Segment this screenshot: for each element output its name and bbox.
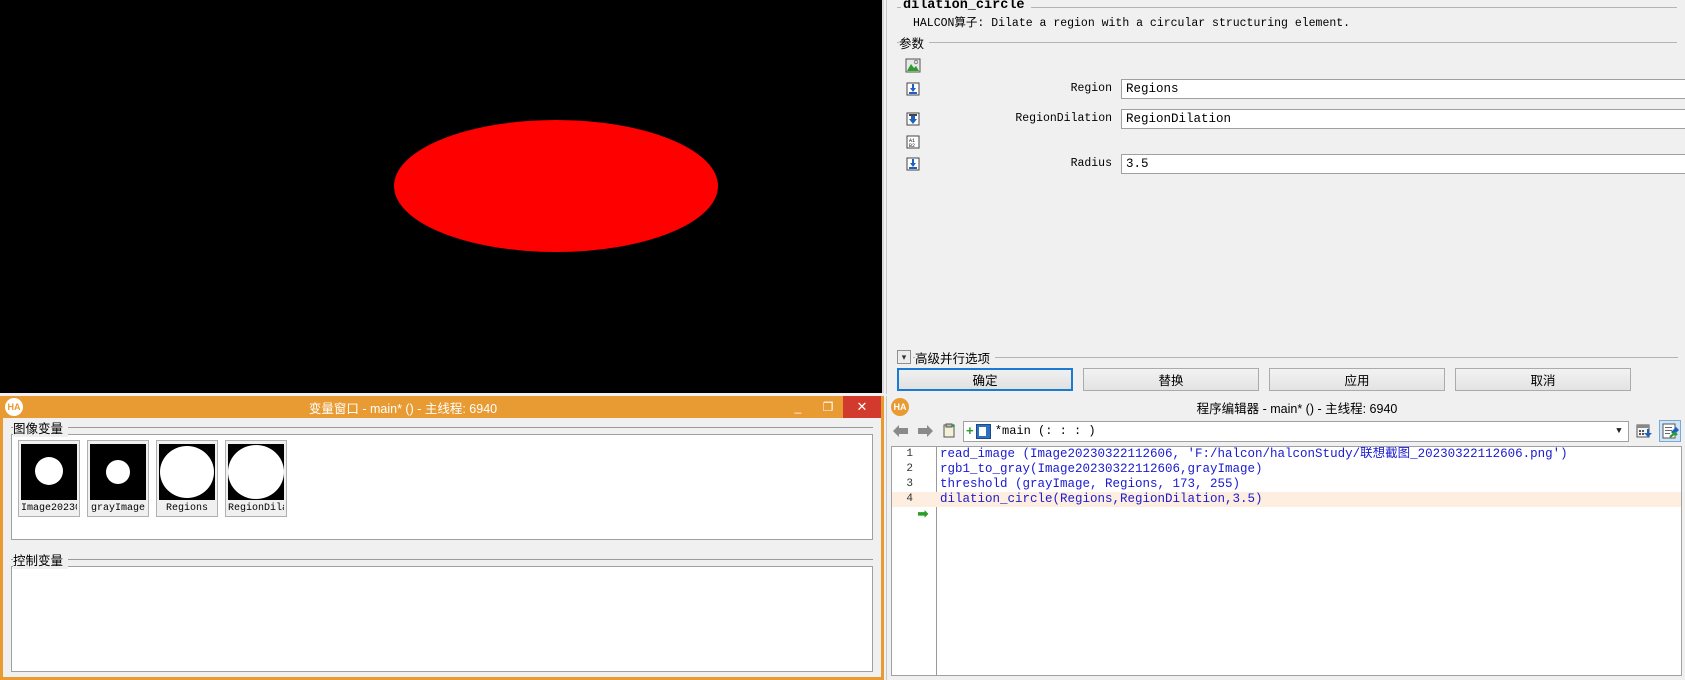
clipboard-icon[interactable] <box>939 421 959 441</box>
param-input-region[interactable]: Regions <box>1121 79 1685 99</box>
code-line[interactable]: 2 rgb1_to_gray(Image20230322112606,grayI… <box>892 462 1681 477</box>
program-editor: HA 程序编辑器 - main* () - 主线程: 6940 + *main <box>886 396 1685 680</box>
program-editor-toolbar: + *main (: : : ) ▼ <box>887 418 1685 444</box>
dialog-button-row: 确定 替换 应用 取消 <box>887 368 1685 392</box>
arrow-left-icon[interactable] <box>891 421 911 441</box>
variable-window-title: 变量窗口 - main* () - 主线程: 6940 <box>308 401 498 416</box>
program-editor-title: 程序编辑器 - main* () - 主线程: 6940 <box>1196 401 1398 416</box>
thumbnail-image <box>159 444 215 500</box>
edit-procedure-icon[interactable] <box>1659 420 1681 442</box>
arrow-right-icon[interactable] <box>915 421 935 441</box>
image-icon <box>905 58 921 74</box>
program-editor-titlebar[interactable]: HA 程序编辑器 - main* () - 主线程: 6940 <box>887 396 1685 418</box>
param-input-region-dilation[interactable]: RegionDilation <box>1121 109 1685 129</box>
line-number: 1 <box>906 448 913 460</box>
param-label-region: Region <box>1070 82 1112 95</box>
thumbnail-image <box>90 444 146 500</box>
line-number: 3 <box>906 478 913 490</box>
line-text: dilation_circle(Regions,RegionDilation,3… <box>940 492 1263 506</box>
operator-title: dilation_circle <box>901 0 1031 13</box>
param-row-region: Region Regions <box>887 79 1685 102</box>
input-control-icon <box>905 156 921 172</box>
params-group-label: 参数 <box>899 33 930 52</box>
code-line[interactable]: 3 threshold (grayImage, Regions, 173, 25… <box>892 477 1681 492</box>
chevron-down-icon[interactable]: ▾ <box>897 350 911 364</box>
halcon-logo-icon: HA <box>891 398 909 416</box>
advanced-options-row: ▾ 高级并行选项 <box>887 348 1685 368</box>
replace-button[interactable]: 替换 <box>1083 368 1259 391</box>
thumbnail-image <box>228 444 284 500</box>
close-icon[interactable]: ✕ <box>843 396 881 418</box>
advanced-options-label: 高级并行选项 <box>915 348 996 367</box>
param-row-radius: Radius 3.5 <box>887 154 1685 177</box>
control-param-icon: A1 B2 <box>905 134 921 150</box>
variable-window-controls: _ ❐ ✕ <box>783 396 881 418</box>
variable-name: grayImage <box>90 503 145 514</box>
apply-button[interactable]: 应用 <box>1269 368 1445 391</box>
cancel-button[interactable]: 取消 <box>1455 368 1631 391</box>
execution-arrow-icon: ➡ <box>917 507 929 522</box>
param-row-control-header: A1 B2 <box>887 133 1685 155</box>
operator-dialog: dilation_circle HALCON算子: Dilate a regio… <box>886 0 1685 394</box>
line-number: 2 <box>906 463 913 475</box>
line-text: rgb1_to_gray(Image20230322112606,grayIma… <box>940 462 1263 476</box>
graphics-canvas[interactable] <box>0 0 882 393</box>
halcon-ide-window: dilation_circle HALCON算子: Dilate a regio… <box>0 0 1685 680</box>
param-row-region-dilation: RegionDilation RegionDilation <box>887 109 1685 132</box>
image-section-rule <box>11 427 873 428</box>
execution-pointer-row: ➡ <box>892 507 1681 522</box>
variable-name: Image202303 <box>21 503 77 514</box>
variable-window-body: 图像变量 Image202303 grayImage Regions Regio… <box>3 418 881 677</box>
variable-window: HA 变量窗口 - main* () - 主线程: 6940 _ ❐ ✕ 图像变… <box>0 396 884 680</box>
image-variables-panel[interactable]: Image202303 grayImage Regions RegionDila… <box>11 434 873 540</box>
list-item[interactable]: grayImage <box>87 440 149 517</box>
line-text: read_image (Image20230322112606, 'F:/hal… <box>940 447 1568 461</box>
procedure-name: *main (: : : ) <box>994 424 1096 438</box>
thumbnail-image <box>21 444 77 500</box>
halcon-logo-icon: HA <box>5 398 23 416</box>
param-label-radius: Radius <box>1070 157 1112 170</box>
variable-name: RegionDilat <box>228 503 284 514</box>
image-section-label: 图像变量 <box>13 418 69 437</box>
variable-window-titlebar[interactable]: HA 变量窗口 - main* () - 主线程: 6940 _ ❐ ✕ <box>3 396 881 418</box>
plus-icon: + <box>966 423 974 439</box>
chevron-down-icon[interactable]: ▼ <box>1610 426 1628 436</box>
maximize-icon[interactable]: ❐ <box>813 396 843 418</box>
procedure-combo[interactable]: + *main (: : : ) ▼ <box>963 420 1629 442</box>
param-row-image <box>887 57 1685 79</box>
control-section-label: 控制变量 <box>13 550 69 569</box>
advanced-options-rule <box>913 357 1678 358</box>
param-input-radius[interactable]: 3.5 <box>1121 154 1685 174</box>
control-variables-panel[interactable] <box>11 566 873 672</box>
params-group-rule <box>897 42 1677 43</box>
ok-button[interactable]: 确定 <box>897 368 1073 391</box>
list-item[interactable]: Regions <box>156 440 218 517</box>
operator-description: HALCON算子: Dilate a region with a circula… <box>913 17 1351 30</box>
line-text: threshold (grayImage, Regions, 173, 255) <box>940 477 1241 491</box>
input-region-icon <box>905 81 921 97</box>
list-item[interactable]: RegionDilat <box>225 440 287 517</box>
displayed-region-ellipse <box>394 120 718 252</box>
insert-operator-icon[interactable] <box>1633 420 1655 442</box>
variable-name: Regions <box>165 503 208 514</box>
code-line[interactable]: 1 read_image (Image20230322112606, 'F:/h… <box>892 447 1681 462</box>
graphics-window[interactable] <box>0 0 884 393</box>
code-editor[interactable]: 1 read_image (Image20230322112606, 'F:/h… <box>891 446 1682 676</box>
control-section-rule <box>11 559 873 560</box>
minimize-icon[interactable]: _ <box>783 396 813 418</box>
line-number: 4 <box>906 493 913 505</box>
procedure-icon <box>975 423 991 439</box>
list-item[interactable]: Image202303 <box>18 440 80 517</box>
svg-text:B2: B2 <box>909 143 915 149</box>
param-label-region-dilation: RegionDilation <box>1015 112 1112 125</box>
code-line[interactable]: 4 dilation_circle(Regions,RegionDilation… <box>892 492 1681 507</box>
